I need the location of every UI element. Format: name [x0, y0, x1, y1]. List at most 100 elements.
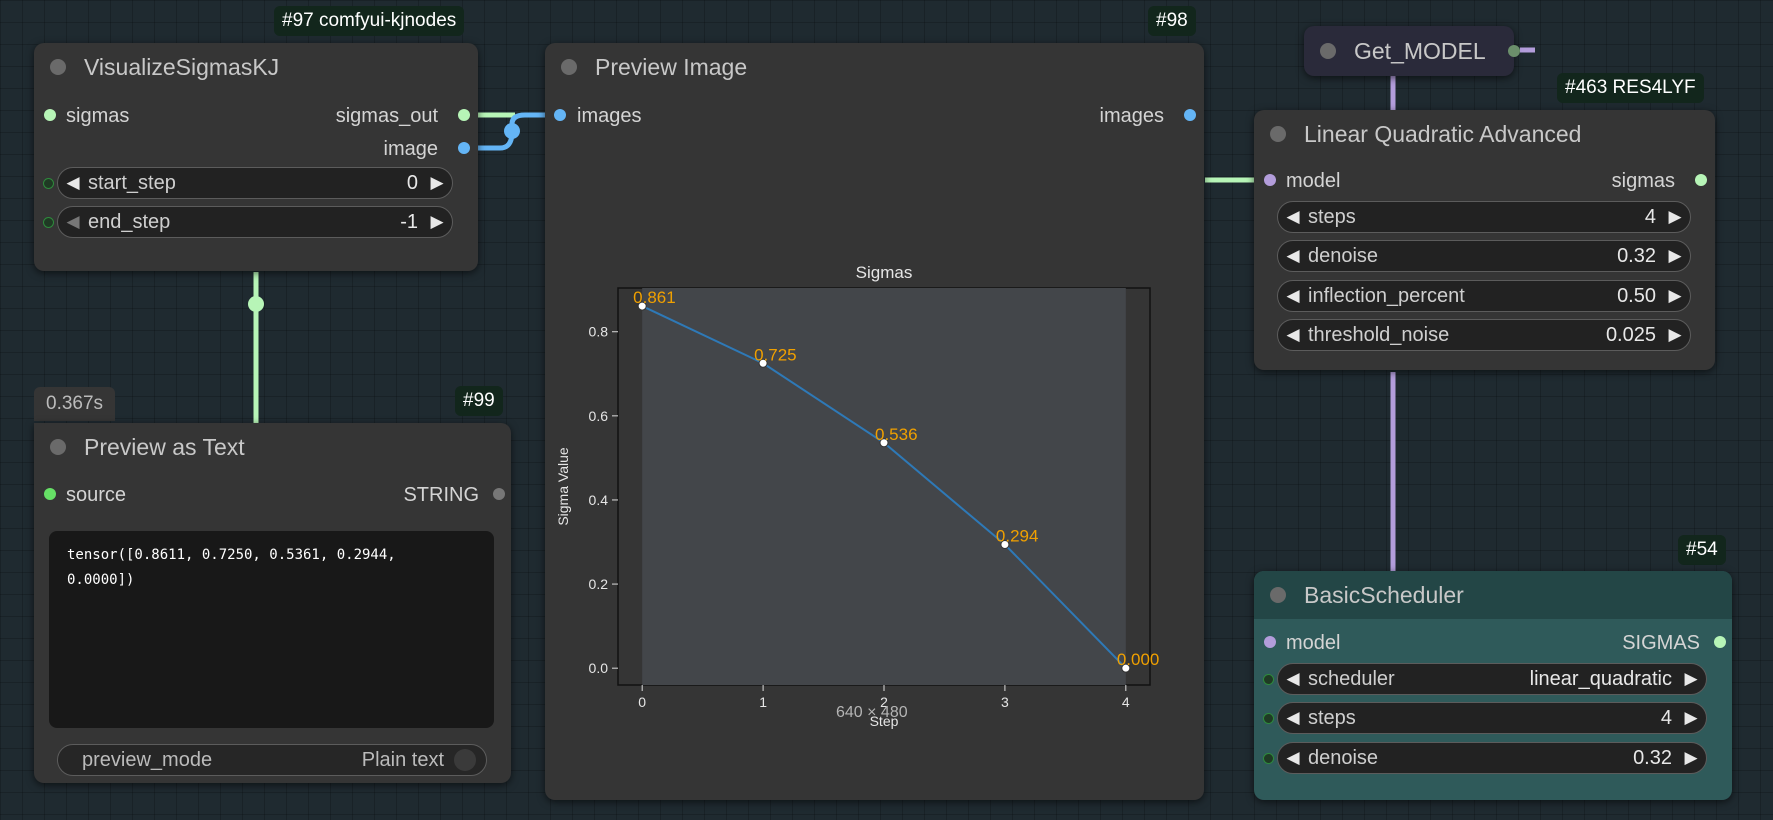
increment-arrow-icon[interactable]: ▶	[1660, 286, 1690, 306]
y-tick-label: 0.2	[589, 576, 609, 592]
collapse-dot-icon[interactable]	[50, 439, 66, 455]
decrement-arrow-icon[interactable]: ◀	[1278, 748, 1308, 768]
inflection-percent-widget[interactable]: ◀ inflection_percent 0.50 ▶	[1277, 280, 1691, 312]
widget-value: 0.50	[1617, 284, 1656, 307]
node-title: BasicScheduler	[1304, 581, 1464, 608]
widget-value: linear_quadratic	[1529, 667, 1672, 690]
output-socket-images[interactable]	[1184, 109, 1196, 121]
preview-as-text-node[interactable]: Preview as Text source STRING tensor([0.…	[34, 423, 511, 783]
input-label-model: model	[1286, 170, 1341, 192]
node-id-badge-98: #98	[1148, 6, 1196, 36]
input-socket-sigmas[interactable]	[44, 109, 56, 121]
node-title: Get_MODEL	[1354, 37, 1486, 64]
denoise-widget[interactable]: ◀ denoise 0.32 ▶	[1277, 742, 1707, 774]
scheduler-widget[interactable]: ◀ scheduler linear_quadratic ▶	[1277, 663, 1707, 695]
output-socket-sigmas[interactable]	[1695, 174, 1707, 186]
collapse-dot-icon[interactable]	[50, 59, 66, 75]
node-header[interactable]: Get_MODEL	[1304, 26, 1514, 76]
increment-arrow-icon[interactable]: ▶	[1676, 748, 1706, 768]
decrement-arrow-icon[interactable]: ◀	[1278, 246, 1308, 266]
input-socket-model[interactable]	[1264, 174, 1276, 186]
output-label-sigmas-out: sigmas_out	[335, 105, 438, 127]
collapse-dot-icon[interactable]	[1270, 587, 1286, 603]
steps-widget[interactable]: ◀ steps 4 ▶	[1277, 201, 1691, 233]
output-socket-image[interactable]	[458, 142, 470, 154]
input-socket-source[interactable]	[44, 488, 56, 500]
collapse-dot-icon[interactable]	[1270, 126, 1286, 142]
threshold-noise-widget[interactable]: ◀ threshold_noise 0.025 ▶	[1277, 319, 1691, 351]
input-label-images: images	[577, 105, 642, 127]
get-model-node[interactable]: Get_MODEL	[1304, 26, 1520, 76]
end-step-widget[interactable]: ◀ end_step -1 ▶	[57, 206, 453, 238]
input-socket-model[interactable]	[1264, 636, 1276, 648]
increment-arrow-icon[interactable]: ▶	[422, 173, 452, 193]
preview-text-output[interactable]: tensor([0.8611, 0.7250, 0.5361, 0.2944, …	[49, 531, 494, 728]
node-title: VisualizeSigmasKJ	[84, 53, 280, 80]
increment-arrow-icon[interactable]: ▶	[1676, 708, 1706, 728]
increment-arrow-icon[interactable]: ▶	[1660, 207, 1690, 227]
sigma-point-label: 0.536	[875, 425, 918, 444]
collapse-dot-icon[interactable]	[561, 59, 577, 75]
node-header[interactable]: Preview as Text	[34, 423, 511, 471]
input-socket-images[interactable]	[554, 109, 566, 121]
preview-mode-toggle[interactable]: preview_mode Plain text	[57, 744, 487, 776]
decrement-arrow-icon[interactable]: ◀	[1278, 669, 1308, 689]
toggle-label: preview_mode	[82, 748, 213, 771]
linear-quadratic-advanced-node[interactable]: Linear Quadratic Advanced model sigmas ◀…	[1254, 110, 1715, 370]
decrement-arrow-icon[interactable]: ◀	[1278, 207, 1308, 227]
widget-input-dot	[43, 217, 54, 228]
basic-scheduler-node[interactable]: BasicScheduler model SIGMAS ◀ scheduler …	[1254, 571, 1732, 800]
node-header[interactable]: Preview Image	[545, 43, 1204, 91]
widget-label: denoise	[1308, 244, 1379, 267]
widget-label: inflection_percent	[1308, 284, 1465, 307]
node-header[interactable]: Linear Quadratic Advanced	[1254, 110, 1715, 158]
input-label-sigmas: sigmas	[66, 105, 130, 127]
decrement-arrow-icon[interactable]: ◀	[1278, 325, 1308, 345]
node-header[interactable]: VisualizeSigmasKJ	[34, 43, 478, 91]
x-tick-label: 4	[1122, 694, 1130, 710]
output-socket-sigmas[interactable]	[1714, 636, 1726, 648]
preview-image-node[interactable]: Preview Image images images Sigmas Step Si…	[545, 43, 1204, 800]
toggle-switch-icon[interactable]	[454, 749, 476, 771]
node-title: Preview Image	[595, 53, 748, 80]
sigma-point-label: 0.294	[996, 527, 1039, 546]
decrement-arrow-icon[interactable]: ◀	[58, 173, 88, 193]
sigmas-chart-image: Sigmas Step Sigma Value 0 1 2 3 4 0.0 0.2 0.4 0.6 0.…	[550, 215, 1200, 735]
widget-value: 0	[406, 171, 418, 194]
y-tick-label: 0.6	[589, 408, 609, 424]
increment-arrow-icon[interactable]: ▶	[1660, 325, 1690, 345]
output-socket-model[interactable]	[1508, 45, 1520, 57]
widget-label: denoise	[1308, 746, 1379, 769]
widget-label: steps	[1308, 706, 1356, 729]
decrement-arrow-icon[interactable]: ◀	[1278, 286, 1308, 306]
x-tick-label: 0	[638, 694, 646, 710]
output-socket-string[interactable]	[493, 488, 505, 500]
node-header[interactable]: BasicScheduler	[1254, 571, 1732, 619]
output-socket-sigmas-out[interactable]	[458, 109, 470, 121]
x-tick-label: 1	[759, 694, 767, 710]
y-tick-label: 0.8	[589, 324, 609, 340]
widget-value: 4	[1660, 706, 1672, 729]
y-tick-label: 0.0	[589, 660, 609, 676]
node-id-badge-463: #463 RES4LYF	[1557, 73, 1704, 103]
start-step-widget[interactable]: ◀ start_step 0 ▶	[57, 167, 453, 199]
y-axis-label: Sigma Value	[555, 447, 571, 526]
input-label-source: source	[66, 484, 127, 506]
node-title: Linear Quadratic Advanced	[1304, 120, 1582, 147]
widget-value: 0.32	[1617, 244, 1656, 267]
output-label-image: image	[383, 138, 438, 160]
steps-widget[interactable]: ◀ steps 4 ▶	[1277, 702, 1707, 734]
increment-arrow-icon[interactable]: ▶	[422, 212, 452, 232]
increment-arrow-icon[interactable]: ▶	[1660, 246, 1690, 266]
widget-input-dot	[1263, 713, 1274, 724]
visualize-sigmas-node[interactable]: VisualizeSigmasKJ sigmas sigmas_out imag…	[34, 43, 478, 271]
input-label-model: model	[1286, 632, 1341, 654]
image-dimensions-label: 640 × 480	[836, 704, 908, 721]
decrement-arrow-icon[interactable]: ◀	[58, 212, 88, 232]
node-title: Preview as Text	[84, 433, 245, 460]
decrement-arrow-icon[interactable]: ◀	[1278, 708, 1308, 728]
denoise-widget[interactable]: ◀ denoise 0.32 ▶	[1277, 240, 1691, 272]
increment-arrow-icon[interactable]: ▶	[1676, 669, 1706, 689]
widget-value: 0.32	[1633, 746, 1672, 769]
collapse-dot-icon[interactable]	[1320, 43, 1336, 59]
